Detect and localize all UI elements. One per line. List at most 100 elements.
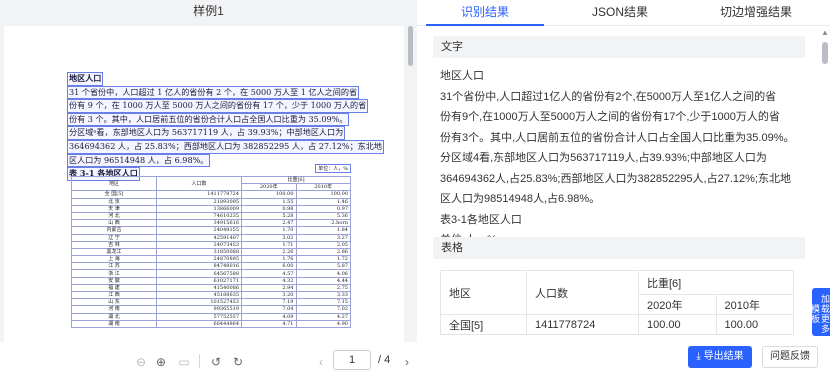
preview-scrollbar[interactable] (408, 24, 413, 342)
scan-table-cell: 上 海 (71, 255, 157, 264)
page-number-input[interactable]: 1 (333, 350, 371, 370)
scan-table-cell: 66444864 (156, 319, 242, 328)
table-row: 全国[5] 1411778724 100.00 100.00 (440, 314, 794, 335)
scan-table-cell: 1.46 (295, 197, 351, 206)
text-line: 364694362人,占25.83%;西部地区人口为382852295人,占27… (440, 172, 791, 185)
prev-page-icon[interactable]: ‹ (313, 354, 329, 370)
scan-table-cell: 2.05 (295, 240, 351, 249)
scan-table-row: 湖 北 57752557 4.09 4.27 (71, 312, 351, 321)
scan-table-cell: 7.02 (295, 305, 351, 314)
scan-table-cell: 7.04 (241, 305, 297, 314)
scan-table-cell: 24049155 (156, 226, 242, 235)
ocr-line: 31 个省份中，人口超过 1 亿人的省份有 2 个，在 5000 万人至 1 亿… (67, 85, 360, 100)
zoom-in-icon[interactable]: ⊕ (153, 354, 169, 370)
scan-table-cell: 4.32 (241, 276, 297, 285)
table-cell: 100.00 (638, 314, 717, 335)
scroll-up-icon[interactable]: ▲ (821, 28, 829, 37)
scan-table-cell: 内蒙古 (71, 226, 157, 235)
export-result-button[interactable]: ⤓ 导出结果 (688, 346, 752, 368)
scan-table-cell: 4.09 (241, 312, 297, 321)
result-scrollbar-thumb[interactable] (822, 42, 828, 64)
scan-table-row: 北 京 21893095 1.55 1.46 (71, 197, 351, 206)
rotate-left-icon[interactable]: ↺ (208, 354, 224, 370)
scan-table-cell: 41540086 (156, 283, 242, 293)
table-header-pop: 人口数 (526, 270, 639, 315)
scan-table-cell: 3.20 (241, 290, 297, 300)
scan-table-row: 黑龙江 31850088 2.26 2.86 (71, 247, 351, 257)
document-page: 地区人口 31 个省份中，人口超过 1 亿人的省份有 2 个，在 5000 万人至… (4, 26, 404, 342)
table-cell: 100.00 (715, 314, 794, 335)
scan-table-cell: 4.57 (241, 269, 297, 278)
ocr-line: 份有 3 个。其中，人口居前五位的省份合计人口占全国人口比重为 35.09%。 (67, 112, 350, 127)
toolbar-divider (199, 354, 200, 368)
zoom-out-icon[interactable]: ⊖ (133, 354, 149, 370)
scan-table-cell: 6.00 (241, 262, 297, 271)
scan-table-cell: 64567588 (156, 269, 242, 278)
preview-scrollbar-thumb[interactable] (408, 26, 413, 66)
feedback-button[interactable]: 问题反馈 (762, 346, 818, 368)
scan-table-cell: 江 苏 (71, 262, 157, 271)
scan-table-cell: 5.87 (295, 262, 351, 271)
text-line: 31个省份中,人口超过1亿人的省份有2个,在5000万人至1亿人之间的省 (440, 90, 777, 103)
scan-table-cell: 13866009 (156, 204, 242, 213)
tab-crop-enhance-result[interactable]: 切边增强结果 (697, 0, 815, 26)
scan-table-cell: 1.70 (241, 226, 297, 235)
scan-table-cell: 1.55 (241, 197, 297, 206)
scan-table-cell: 2.94 (241, 283, 297, 293)
scan-table-cell: 2.horn (295, 219, 351, 228)
tab-recognition-result[interactable]: 识别结果 (426, 0, 544, 26)
scan-table-cell: 24870895 (156, 255, 242, 264)
scan-table-cell: 山 东 (71, 298, 157, 307)
scan-table-cell: 安 徽 (71, 276, 157, 285)
table-header-region: 地区 (440, 270, 527, 315)
result-content[interactable]: 文字 地区人口 31个省份中,人口超过1亿人的省份有2个,在5000万人至1亿人之… (417, 26, 817, 381)
scan-table-cell: 2.86 (295, 247, 351, 257)
scan-header-2010: 2010年 (295, 183, 351, 192)
document-viewport[interactable]: 地区人口 31 个省份中，人口超过 1 亿人的省份有 2 个，在 5000 万人至… (0, 24, 407, 342)
scan-table-row: 山 东 101527453 7.19 7.15 (71, 298, 351, 307)
scan-table-cell: 24073453 (156, 240, 242, 249)
text-line: 地区人口 (440, 70, 484, 82)
scan-table-cell: 100.00 (295, 190, 351, 199)
scan-table-cell: 5.36 (295, 211, 351, 221)
scan-table-cell: 山 西 (71, 219, 157, 228)
scan-table-cell: 3.27 (295, 233, 351, 242)
fit-page-icon[interactable]: ▭ (176, 354, 192, 370)
scan-table-cell: 7.15 (295, 298, 351, 307)
scan-table-cell: 3.33 (295, 290, 351, 300)
scan-table-cell: 江 西 (71, 290, 157, 300)
scan-table-row: 福 建 41540086 2.94 2.75 (71, 283, 351, 293)
preview-title: 样例1 (193, 4, 224, 18)
ocr-line: 地区人口 (67, 72, 104, 86)
scan-table-cell: 4.06 (295, 269, 351, 278)
result-pane: 识别结果 JSON结果 切边增强结果 文字 地区人口 31个省份中,人口超过1亿人… (417, 0, 830, 381)
scan-table-cell: 1.72 (295, 255, 351, 264)
ocr-line: 区人口为 96514948 人，占 6.98%。 (67, 153, 211, 168)
scan-table-cell: 辽 宁 (71, 233, 157, 242)
table-header-2010: 2010年 (715, 294, 794, 315)
side-float-tab[interactable]: 加载更多模板 (810, 288, 830, 336)
scan-header-region: 地区 (71, 175, 157, 192)
text-line: 表3-1各地区人口 (440, 213, 522, 226)
scan-table-cell: 100.00 (241, 190, 297, 199)
rotate-right-icon[interactable]: ↻ (230, 354, 246, 370)
scan-header-pop: 人口数 (156, 175, 242, 192)
scan-table-cell: 河 北 (71, 211, 157, 221)
text-line: 分区域4看,东部地区人口为563717119人,占39.93%;中部地区人口为 (440, 152, 767, 164)
tab-json-result[interactable]: JSON结果 (561, 0, 679, 26)
scan-table-row: 安 徽 61027171 4.32 4.44 (71, 276, 351, 285)
download-icon: ⤓ (696, 351, 704, 362)
table-cell: 1411778724 (526, 314, 639, 335)
scan-table-row: 吉 林 24073453 1.71 2.05 (71, 240, 351, 249)
scan-table-cell: 74610235 (156, 211, 242, 221)
scan-table-cell: 2.26 (241, 247, 297, 257)
preview-toolbar: ⊖ ⊕ ▭ ↺ ↻ ‹ 1 / 4 › (0, 342, 417, 381)
scan-table-cell: 吉 林 (71, 240, 157, 249)
scan-table-row: 山 西 34915616 2.47 2.horn (71, 219, 351, 228)
scan-table-cell: 3.02 (241, 233, 297, 242)
text-line: 份有3个。其中,人口居前五位的省份合计人口占全国人口比重为35.09%。 (440, 131, 795, 144)
scan-table-cell: 黑龙江 (71, 247, 157, 257)
scan-table-cell: 61027171 (156, 276, 242, 285)
scan-table-cell: 4.44 (295, 276, 351, 285)
next-page-icon[interactable]: › (399, 354, 415, 370)
